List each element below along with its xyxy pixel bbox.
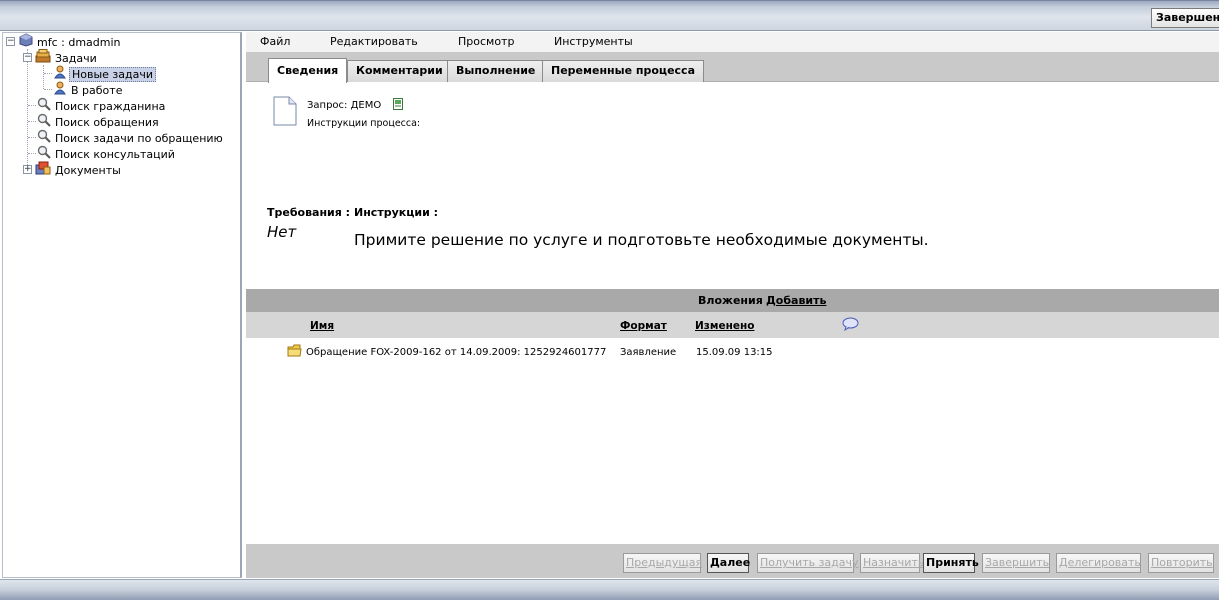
add-attachment-link[interactable]: Добавить bbox=[766, 294, 826, 307]
properties-icon[interactable] bbox=[393, 98, 403, 113]
document-icon bbox=[273, 96, 297, 126]
request-name: Запрос: ДЕМО bbox=[307, 100, 382, 111]
tree-item-search-request[interactable]: Поиск обращения bbox=[37, 113, 161, 129]
folder-icon bbox=[287, 343, 302, 361]
navigation-tree: − mfc : dmadmin − Задачи Новые задачи В … bbox=[2, 32, 242, 578]
expand-toggle[interactable]: + bbox=[23, 165, 32, 174]
previous-button[interactable]: Предыдущая bbox=[623, 553, 702, 573]
top-bar: Завершени bbox=[0, 0, 1219, 31]
tree-item-search-consultations[interactable]: Поиск консультаций bbox=[37, 145, 177, 161]
requirements-label: Требования : bbox=[267, 206, 351, 219]
tree-line bbox=[43, 65, 44, 89]
actions-bar: Предыдущая Далее Получить задачу Назначи… bbox=[246, 544, 1219, 578]
instructions-label: Инструкции : bbox=[354, 206, 439, 219]
main-panel: Файл Редактировать Просмотр Инструменты … bbox=[246, 32, 1219, 578]
tab-comments[interactable]: Комментарии bbox=[347, 60, 452, 82]
tabs-bar: Сведения Комментарии Выполнение Переменн… bbox=[246, 52, 1219, 83]
repeat-button[interactable]: Повторить bbox=[1148, 553, 1214, 573]
column-name[interactable]: Имя bbox=[310, 320, 334, 332]
attachments-header: Вложения Добавить bbox=[246, 289, 1219, 312]
menu-view[interactable]: Просмотр bbox=[458, 34, 514, 50]
menu-bar: Файл Редактировать Просмотр Инструменты bbox=[246, 32, 1219, 52]
tree-line bbox=[27, 49, 28, 169]
process-instructions-label: Инструкции процесса: bbox=[307, 118, 421, 129]
tree-line bbox=[44, 89, 52, 90]
finish-button[interactable]: Завершить bbox=[982, 553, 1050, 573]
attachment-format: Заявление bbox=[620, 347, 677, 358]
requirements-value: Нет bbox=[267, 223, 297, 241]
server-cube-icon bbox=[19, 33, 33, 52]
tree-line bbox=[28, 105, 36, 106]
tree-item-new-tasks[interactable]: Новые задачи bbox=[53, 65, 157, 82]
bottom-bar bbox=[0, 579, 1219, 600]
tree-item-search-citizen[interactable]: Поиск гражданина bbox=[37, 97, 167, 113]
menu-tools[interactable]: Инструменты bbox=[554, 34, 633, 50]
menu-file[interactable]: Файл bbox=[260, 34, 290, 50]
tree-line bbox=[28, 153, 36, 154]
tree-line bbox=[44, 73, 52, 74]
attachments-columns: Имя Формат Изменено bbox=[246, 312, 1219, 338]
assign-button[interactable]: Назначить bbox=[860, 553, 924, 573]
column-modified[interactable]: Изменено bbox=[695, 320, 754, 332]
instructions-value: Примите решение по услуге и подготовьте … bbox=[354, 231, 929, 249]
menu-edit[interactable]: Редактировать bbox=[330, 34, 418, 50]
tree-root[interactable]: mfc : dmadmin bbox=[19, 33, 123, 49]
get-task-button[interactable]: Получить задачу bbox=[757, 553, 859, 573]
task-details: Запрос: ДЕМО Инструкции процесса: Требов… bbox=[246, 83, 1219, 289]
tree-item-in-progress[interactable]: В работе bbox=[53, 81, 124, 97]
logout-button[interactable]: Завершени bbox=[1151, 8, 1219, 28]
attachment-modified: 15.09.09 13:15 bbox=[696, 347, 773, 358]
attachments-title: Вложения bbox=[698, 294, 763, 307]
tab-execution[interactable]: Выполнение bbox=[447, 60, 545, 82]
comment-bubble-icon[interactable] bbox=[842, 317, 859, 334]
tasks-stack-icon bbox=[35, 49, 51, 68]
accept-button[interactable]: Принять bbox=[923, 553, 979, 573]
tree-line bbox=[28, 137, 36, 138]
tree-item-search-task[interactable]: Поиск задачи по обращению bbox=[37, 129, 225, 145]
collapse-toggle[interactable]: − bbox=[6, 37, 15, 46]
delegate-button[interactable]: Делегировать bbox=[1056, 553, 1141, 573]
attachment-name[interactable]: Обращение FOX-2009-162 от 14.09.2009: 12… bbox=[306, 347, 606, 358]
tree-line bbox=[28, 121, 36, 122]
tab-info[interactable]: Сведения bbox=[268, 58, 348, 83]
collapse-toggle[interactable]: − bbox=[23, 53, 32, 62]
documents-icon bbox=[35, 161, 51, 180]
table-row[interactable]: Обращение FOX-2009-162 от 14.09.2009: 12… bbox=[246, 338, 1219, 368]
tree-item-tasks[interactable]: Задачи bbox=[35, 49, 99, 65]
tree-item-documents[interactable]: Документы bbox=[35, 161, 123, 177]
column-format[interactable]: Формат bbox=[620, 320, 667, 332]
tab-process-variables[interactable]: Переменные процесса bbox=[542, 60, 704, 82]
next-button[interactable]: Далее bbox=[707, 553, 750, 573]
